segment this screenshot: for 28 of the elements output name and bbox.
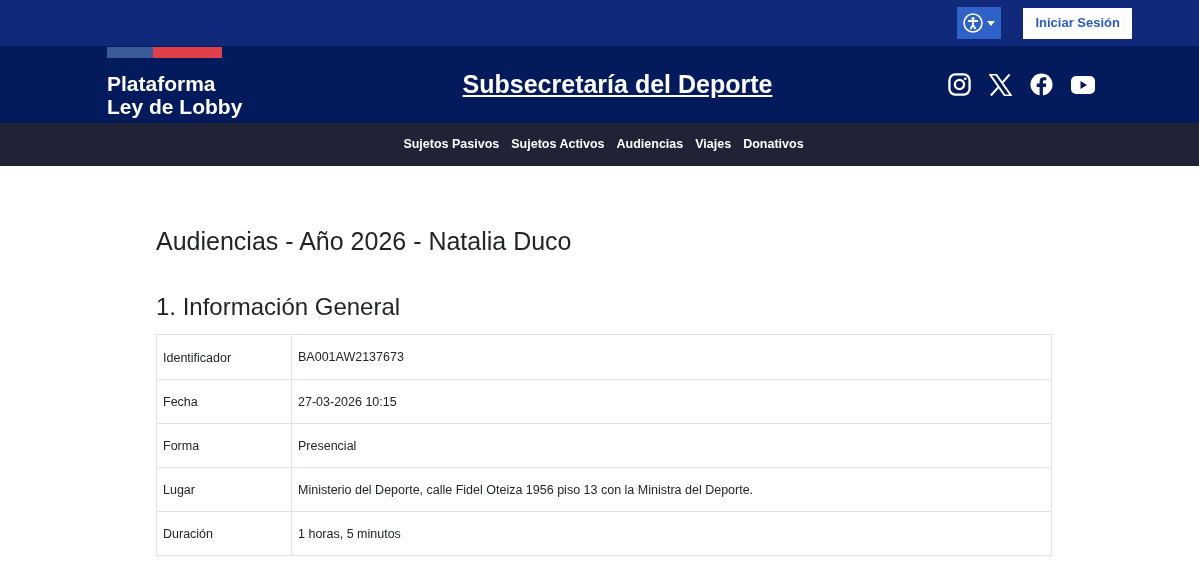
nav-link[interactable]: Sujetos Activos (511, 135, 605, 154)
x-logo-icon[interactable] (989, 73, 1012, 96)
instagram-icon[interactable] (948, 73, 971, 96)
nav-link[interactable]: Audiencias (616, 135, 684, 154)
youtube-icon[interactable] (1071, 75, 1095, 94)
row-label: Forma (163, 438, 200, 456)
logo-text: Plataforma (107, 72, 217, 95)
row-value: 27-03-2026 10:15 (298, 395, 397, 409)
nav-link[interactable]: Donativos (743, 135, 804, 154)
accessibility-button[interactable] (957, 7, 1002, 39)
institution-link[interactable]: Subsecretaría del Deporte (462, 65, 773, 104)
nav-link[interactable]: Viajes (695, 135, 732, 154)
facebook-icon[interactable] (1030, 73, 1053, 96)
row-value: BA001AW2137673 (298, 350, 404, 364)
row-label: Fecha (163, 394, 198, 412)
row-label: Duración (163, 526, 214, 544)
login-button[interactable]: Iniciar Sesión (1023, 7, 1132, 39)
row-label: Identificador (163, 349, 232, 367)
row-label: Lugar (163, 482, 195, 500)
logo-text: Ley de Lobby (107, 95, 244, 118)
page-title: Audiencias - Año 2026 - Natalia Duco (156, 226, 573, 256)
section-title: 1. Información General (156, 292, 402, 322)
row-value: Ministerio del Deporte, calle Fidel Oteiza 1956 piso 13 con la Ministra del Deporte. (298, 483, 754, 497)
row-value: Presencial (298, 439, 357, 453)
caret-icon (987, 20, 996, 26)
row-value: 1 horas, 5 minutos (298, 527, 401, 541)
nav-link[interactable]: Sujetos Pasivos (403, 135, 500, 154)
accessibility-icon (963, 13, 984, 33)
